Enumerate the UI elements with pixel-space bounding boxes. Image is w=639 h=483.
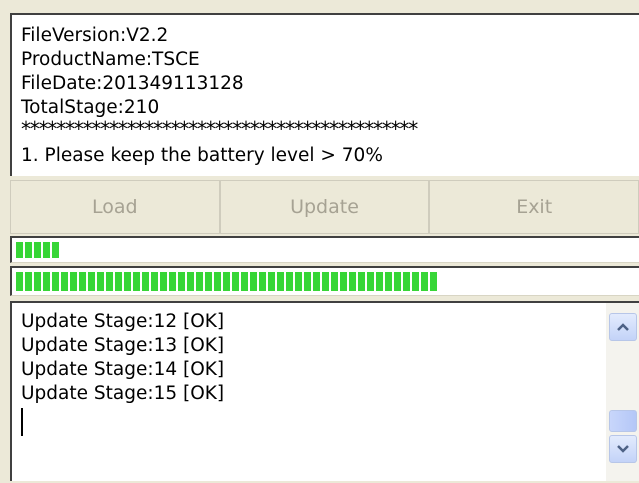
log-line: Update Stage:15 [OK] [21,383,225,404]
file-version-text: FileVersion:V2.2 [21,25,169,46]
chevron-up-icon [617,323,629,331]
update-log-textbox[interactable]: Update Stage:12 [OK] Update Stage:13 [OK… [10,301,639,481]
product-name-text: ProductName:TSCE [21,49,200,70]
chevron-down-icon [617,445,629,453]
scroll-thumb[interactable] [609,410,637,432]
overall-progress-fill [16,272,437,291]
update-button[interactable]: Update [219,180,430,234]
text-caret [21,408,23,436]
overall-progress-bar [10,266,639,296]
file-date-text: FileDate:201349113128 [21,73,244,94]
scroll-down-button[interactable] [609,435,637,463]
instruction-text: 1. Please keep the battery level > 70% [21,145,383,166]
exit-button[interactable]: Exit [429,180,639,234]
scroll-up-button[interactable] [609,313,637,341]
stage-progress-fill [16,242,59,258]
stage-progress-bar [10,236,639,263]
button-row: Load Update Exit [10,180,639,234]
log-scrollbar[interactable] [606,303,639,481]
separator-line: ****************************************… [21,117,418,141]
load-button[interactable]: Load [10,180,220,234]
log-line: Update Stage:14 [OK] [21,359,225,380]
file-info-textbox[interactable]: FileVersion:V2.2 ProductName:TSCE FileDa… [10,13,639,176]
log-line: Update Stage:13 [OK] [21,335,225,356]
log-line: Update Stage:12 [OK] [21,311,225,332]
